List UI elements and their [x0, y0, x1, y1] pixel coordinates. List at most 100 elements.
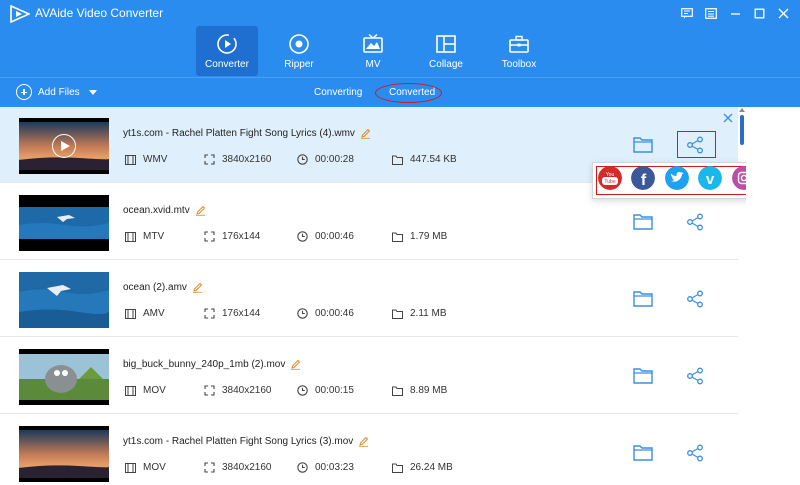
- video-thumbnail[interactable]: [19, 349, 109, 405]
- video-thumbnail[interactable]: [19, 272, 109, 328]
- chevron-down-icon[interactable]: [88, 89, 97, 95]
- app-title: AVAide Video Converter: [35, 6, 164, 20]
- nav-toolbox-label: Toolbox: [501, 59, 537, 70]
- nav-mv[interactable]: MV: [342, 26, 404, 76]
- folder-icon[interactable]: [633, 213, 653, 230]
- file-resolution: 3840x2160: [204, 385, 272, 396]
- file-resolution: 176x144: [204, 308, 260, 319]
- folder-icon[interactable]: [633, 290, 653, 307]
- nav-collage-label: Collage: [429, 59, 463, 70]
- clock-icon: [297, 385, 308, 396]
- scroll-up-icon[interactable]: [739, 108, 745, 112]
- edit-icon[interactable]: [290, 359, 301, 370]
- nav-ripper[interactable]: Ripper: [268, 26, 330, 76]
- add-files-button[interactable]: Add Files: [16, 84, 97, 100]
- feedback-icon[interactable]: [678, 4, 696, 22]
- folder-icon[interactable]: [633, 367, 653, 384]
- file-format-value: MOV: [143, 385, 166, 396]
- resolution-icon: [204, 462, 215, 473]
- file-size: 447.54 KB: [392, 154, 457, 165]
- nav-mv-label: MV: [365, 59, 381, 70]
- file-name-text: yt1s.com - Rachel Platten Fight Song Lyr…: [123, 128, 355, 139]
- youtube-icon[interactable]: You Tube: [598, 166, 622, 190]
- facebook-icon[interactable]: f: [631, 166, 655, 190]
- nav-converter[interactable]: Converter: [196, 26, 258, 76]
- add-files-label: Add Files: [38, 86, 80, 98]
- file-resolution-value: 176x144: [222, 308, 261, 319]
- video-thumbnail[interactable]: [19, 118, 109, 174]
- maximize-icon[interactable]: [750, 4, 768, 22]
- edit-icon[interactable]: [358, 436, 369, 447]
- tab-converting[interactable]: Converting: [314, 87, 362, 98]
- film-icon: [125, 308, 136, 319]
- converter-icon: [217, 34, 237, 54]
- file-row[interactable]: big_buck_bunny_240p_1mb (2).mov MOV 3840…: [0, 338, 738, 414]
- app-logo-icon: [10, 5, 30, 23]
- add-icon: [16, 84, 32, 100]
- vimeo-icon[interactable]: v: [698, 166, 722, 190]
- svg-text:f: f: [641, 172, 647, 189]
- file-duration-value: 00:00:46: [315, 231, 354, 242]
- video-thumbnail[interactable]: [19, 195, 109, 251]
- file-duration-value: 00:03:23: [315, 462, 354, 473]
- file-format-value: AMV: [143, 308, 165, 319]
- scrollbar-thumb[interactable]: [740, 115, 744, 145]
- file-name: yt1s.com - Rachel Platten Fight Song Lyr…: [123, 436, 369, 447]
- share-icon[interactable]: [686, 290, 704, 308]
- remove-file-icon[interactable]: [723, 113, 733, 123]
- file-format-value: MOV: [143, 462, 166, 473]
- right-pane: [746, 107, 800, 485]
- file-duration: 00:03:23: [297, 462, 354, 473]
- file-resolution-value: 3840x2160: [222, 154, 272, 165]
- close-icon[interactable]: [774, 4, 792, 22]
- resolution-icon: [204, 154, 215, 165]
- collage-icon: [436, 35, 456, 53]
- tab-converted[interactable]: Converted: [389, 87, 435, 98]
- folder-icon[interactable]: [633, 136, 653, 153]
- film-icon: [125, 154, 136, 165]
- file-format: MTV: [125, 231, 164, 242]
- edit-icon[interactable]: [360, 128, 371, 139]
- file-name: ocean (2).amv: [123, 282, 203, 293]
- file-size-value: 26.24 MB: [410, 462, 453, 473]
- play-icon[interactable]: [52, 134, 76, 158]
- file-duration: 00:00:15: [297, 385, 354, 396]
- file-size: 26.24 MB: [392, 462, 453, 473]
- twitter-icon[interactable]: [665, 166, 689, 190]
- edit-icon[interactable]: [195, 205, 206, 216]
- share-icon[interactable]: [686, 444, 704, 462]
- video-thumbnail[interactable]: [19, 426, 109, 482]
- file-row[interactable]: ocean (2).amv AMV 176x144 00:00:46 2.11 …: [0, 261, 738, 337]
- edit-icon[interactable]: [192, 282, 203, 293]
- share-icon[interactable]: [686, 367, 704, 385]
- nav-converter-label: Converter: [205, 59, 249, 70]
- film-icon: [125, 385, 136, 396]
- nav-collage[interactable]: Collage: [415, 26, 477, 76]
- file-resolution: 3840x2160: [204, 154, 272, 165]
- minimize-icon[interactable]: [726, 4, 744, 22]
- file-resolution-value: 3840x2160: [222, 385, 272, 396]
- share-icon[interactable]: [686, 213, 704, 231]
- file-name: big_buck_bunny_240p_1mb (2).mov: [123, 359, 301, 370]
- toolbox-icon: [509, 35, 529, 53]
- mv-icon: [363, 33, 383, 53]
- ripper-icon: [289, 34, 309, 54]
- file-row[interactable]: yt1s.com - Rachel Platten Fight Song Lyr…: [0, 415, 738, 485]
- app-window: AVAide Video Converter Converter Ripper …: [0, 0, 800, 485]
- file-duration: 00:00:28: [297, 154, 354, 165]
- clock-icon: [297, 231, 308, 242]
- file-size-value: 1.79 MB: [410, 231, 448, 242]
- film-icon: [125, 462, 136, 473]
- folder-size-icon: [392, 463, 403, 473]
- file-name-text: ocean.xvid.mtv: [123, 205, 190, 216]
- menu-icon[interactable]: [702, 4, 720, 22]
- nav-ripper-label: Ripper: [284, 59, 314, 70]
- file-resolution-value: 176x144: [222, 231, 261, 242]
- file-format: MOV: [125, 462, 166, 473]
- resolution-icon: [204, 231, 215, 242]
- nav-toolbox[interactable]: Toolbox: [488, 26, 550, 76]
- folder-icon[interactable]: [633, 444, 653, 461]
- file-name: yt1s.com - Rachel Platten Fight Song Lyr…: [123, 128, 371, 139]
- file-duration-value: 00:00:46: [315, 308, 354, 319]
- file-name-text: yt1s.com - Rachel Platten Fight Song Lyr…: [123, 436, 354, 447]
